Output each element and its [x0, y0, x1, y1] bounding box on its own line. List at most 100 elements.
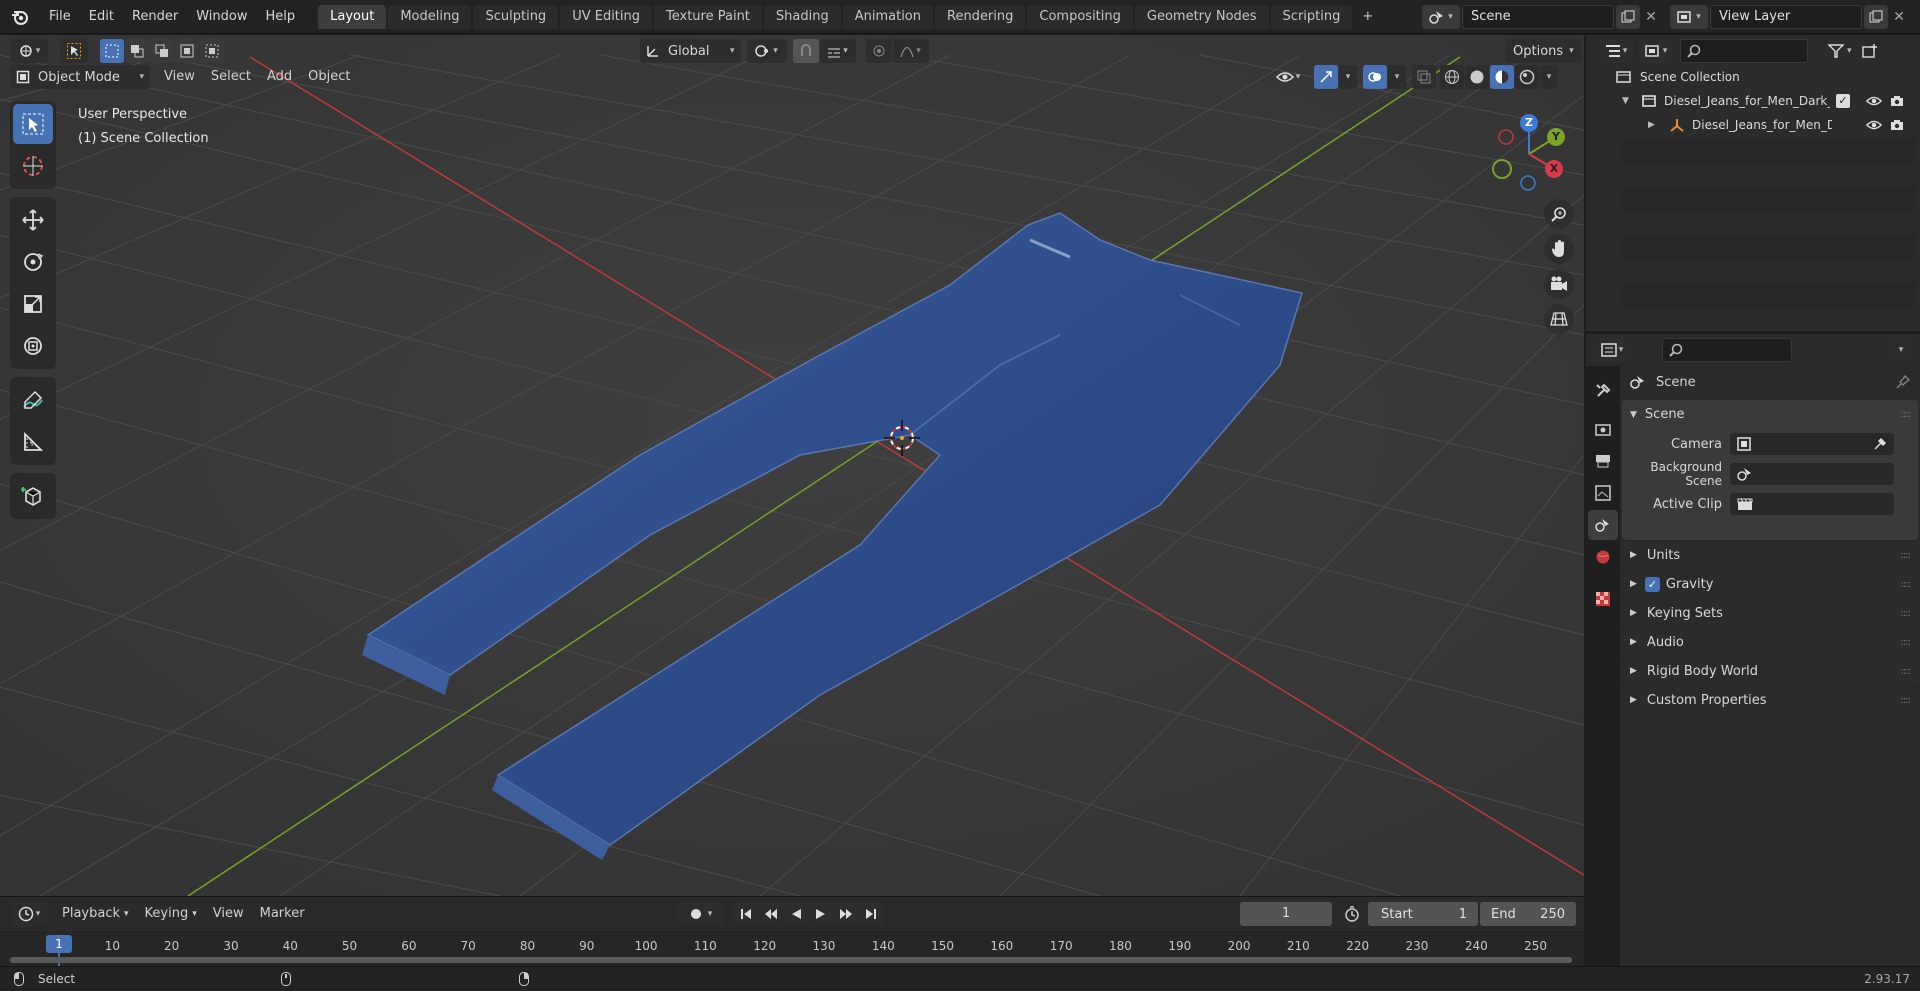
filter-dropdown[interactable]: ▾ — [1828, 39, 1852, 63]
gravity-checkbox[interactable]: ✓ — [1644, 576, 1660, 592]
menu-window[interactable]: Window — [187, 0, 256, 34]
drag-handle-icon[interactable]: :::: — [1901, 666, 1912, 677]
tool-tab-icon[interactable] — [1588, 376, 1618, 406]
display-mode-dropdown[interactable]: ▾ — [1638, 39, 1674, 63]
pan-hand-icon[interactable] — [1544, 234, 1574, 264]
3d-viewport[interactable]: ▾ Global ▾ ▾ ▾ ▾ Options ▾ Object Mode ▾… — [0, 35, 1584, 896]
rotate-tool-icon[interactable] — [13, 242, 53, 282]
tab-geometry-nodes[interactable]: Geometry Nodes — [1134, 4, 1269, 29]
rigid-body-world-panel-header[interactable]: ▶ Rigid Body World :::: — [1622, 656, 1918, 685]
tab-animation[interactable]: Animation — [842, 4, 933, 29]
zoom-icon[interactable] — [1544, 199, 1574, 229]
select-intersect-icon[interactable] — [200, 39, 224, 63]
add-cube-tool-icon[interactable] — [13, 476, 53, 516]
output-tab-icon[interactable] — [1588, 446, 1618, 476]
drag-handle-icon[interactable]: :::: — [1901, 409, 1912, 420]
tab-uv-editing[interactable]: UV Editing — [560, 4, 653, 29]
move-tool-icon[interactable] — [13, 200, 53, 240]
copy-scene-icon[interactable] — [1616, 5, 1640, 29]
eye-icon[interactable] — [1866, 119, 1882, 131]
tab-rendering[interactable]: Rendering — [935, 4, 1026, 29]
expand-right-icon[interactable]: ▶ — [1648, 120, 1662, 130]
menu-edit[interactable]: Edit — [80, 0, 123, 34]
gizmo-z-axis[interactable]: Z — [1520, 114, 1538, 132]
drag-handle-icon[interactable]: :::: — [1901, 637, 1912, 648]
select-tool-mode-icon[interactable] — [60, 39, 88, 63]
cursor-tool-icon[interactable] — [13, 146, 53, 186]
viewport-menu-add[interactable]: Add — [259, 66, 300, 88]
eye-icon[interactable] — [1866, 95, 1882, 107]
transform-orientation-dropdown[interactable]: Global ▾ — [640, 39, 741, 63]
measure-tool-icon[interactable] — [13, 422, 53, 462]
new-collection-icon[interactable] — [1861, 44, 1878, 58]
falloff-dropdown[interactable]: ▾ — [892, 39, 929, 63]
outliner-search-input[interactable] — [1680, 39, 1808, 63]
scene-type-button[interactable]: ▾ — [1422, 5, 1460, 29]
drag-handle-icon[interactable]: :::: — [1901, 579, 1912, 590]
viewport-menu-select[interactable]: Select — [203, 66, 259, 88]
proportional-edit-icon[interactable] — [865, 39, 892, 63]
viewport-menu-view[interactable]: View — [156, 66, 203, 88]
render-tab-icon[interactable] — [1588, 414, 1618, 444]
snap-target-dropdown[interactable]: ▾ — [819, 39, 856, 63]
outliner-row-scene-collection[interactable]: Scene Collection — [1616, 65, 1916, 89]
pin-icon[interactable] — [1896, 375, 1910, 389]
menu-file[interactable]: File — [40, 0, 80, 34]
active-clip-field[interactable] — [1730, 493, 1894, 515]
tab-layout[interactable]: Layout — [318, 4, 387, 29]
rendered-shading-icon[interactable] — [1515, 65, 1539, 89]
exclude-checkbox[interactable]: ✓ — [1836, 94, 1850, 108]
visibility-dropdown[interactable]: ▾ — [1268, 65, 1308, 89]
gizmo-y-axis[interactable]: Y — [1547, 128, 1565, 146]
gizmo-dropdown[interactable]: ▾ — [1339, 65, 1357, 89]
outliner-row-object[interactable]: ▶ Diesel_Jeans_for_Men_Da — [1642, 113, 1916, 137]
scene-tab-icon[interactable] — [1588, 510, 1618, 540]
properties-editor-type-button[interactable]: ▾ — [1594, 338, 1630, 362]
overlay-toggle-icon[interactable] — [1363, 65, 1387, 89]
scale-tool-icon[interactable] — [13, 284, 53, 324]
gizmo-x-axis[interactable]: X — [1545, 160, 1563, 178]
tab-sculpting[interactable]: Sculpting — [473, 4, 559, 29]
texture-tab-icon[interactable] — [1588, 584, 1618, 614]
outliner-editor-type-button[interactable]: ▾ — [1598, 39, 1634, 63]
world-tab-icon[interactable] — [1588, 542, 1618, 572]
background-scene-field[interactable] — [1730, 463, 1894, 485]
camera-view-icon[interactable] — [1544, 269, 1574, 299]
close-icon[interactable]: ✕ — [1888, 5, 1910, 29]
editor-type-button[interactable]: ▾ — [10, 39, 48, 63]
camera-field[interactable] — [1730, 433, 1894, 455]
tab-compositing[interactable]: Compositing — [1027, 4, 1133, 29]
drag-handle-icon[interactable]: :::: — [1901, 550, 1912, 561]
options-dropdown[interactable]: Options ▾ — [1505, 39, 1582, 63]
solid-shading-icon[interactable] — [1465, 65, 1489, 89]
transform-tool-icon[interactable] — [13, 326, 53, 366]
menu-help[interactable]: Help — [257, 0, 305, 34]
select-invert-icon[interactable] — [175, 39, 199, 63]
frame-ruler[interactable]: 1102030405060708090100110120130140150160… — [0, 931, 1584, 967]
scene-panel-header[interactable]: ▼ Scene :::: — [1622, 400, 1918, 429]
render-camera-icon[interactable] — [1890, 119, 1904, 131]
view-layer-name-field[interactable]: View Layer — [1710, 5, 1862, 29]
render-camera-icon[interactable] — [1890, 95, 1904, 107]
viewport-menu-object[interactable]: Object — [300, 66, 358, 88]
drag-handle-icon[interactable]: :::: — [1901, 608, 1912, 619]
playhead-frame-indicator[interactable]: 1 — [46, 935, 72, 953]
select-box-tool-icon[interactable] — [13, 104, 53, 144]
scene-name-field[interactable]: Scene — [1462, 5, 1614, 29]
copy-view-layer-icon[interactable] — [1864, 5, 1888, 29]
menu-render[interactable]: Render — [123, 0, 187, 34]
select-extend-icon[interactable] — [125, 39, 149, 63]
view-layer-tab-icon[interactable] — [1588, 478, 1618, 508]
gizmo-toggle-icon[interactable] — [1314, 65, 1338, 89]
properties-search-input[interactable] — [1662, 338, 1792, 362]
annotate-tool-icon[interactable] — [13, 380, 53, 420]
material-shading-icon[interactable] — [1490, 65, 1514, 89]
tab-modeling[interactable]: Modeling — [388, 4, 472, 29]
snap-toggle-icon[interactable] — [792, 39, 819, 63]
mode-dropdown[interactable]: Object Mode ▾ — [10, 65, 150, 89]
navigation-gizmo[interactable]: Z Y X — [1484, 109, 1574, 199]
tab-texture-paint[interactable]: Texture Paint — [654, 4, 762, 29]
timeline-scrollbar[interactable] — [10, 957, 1572, 963]
select-new-icon[interactable] — [100, 39, 124, 63]
properties-options-dropdown[interactable]: ▾ — [1888, 338, 1914, 362]
